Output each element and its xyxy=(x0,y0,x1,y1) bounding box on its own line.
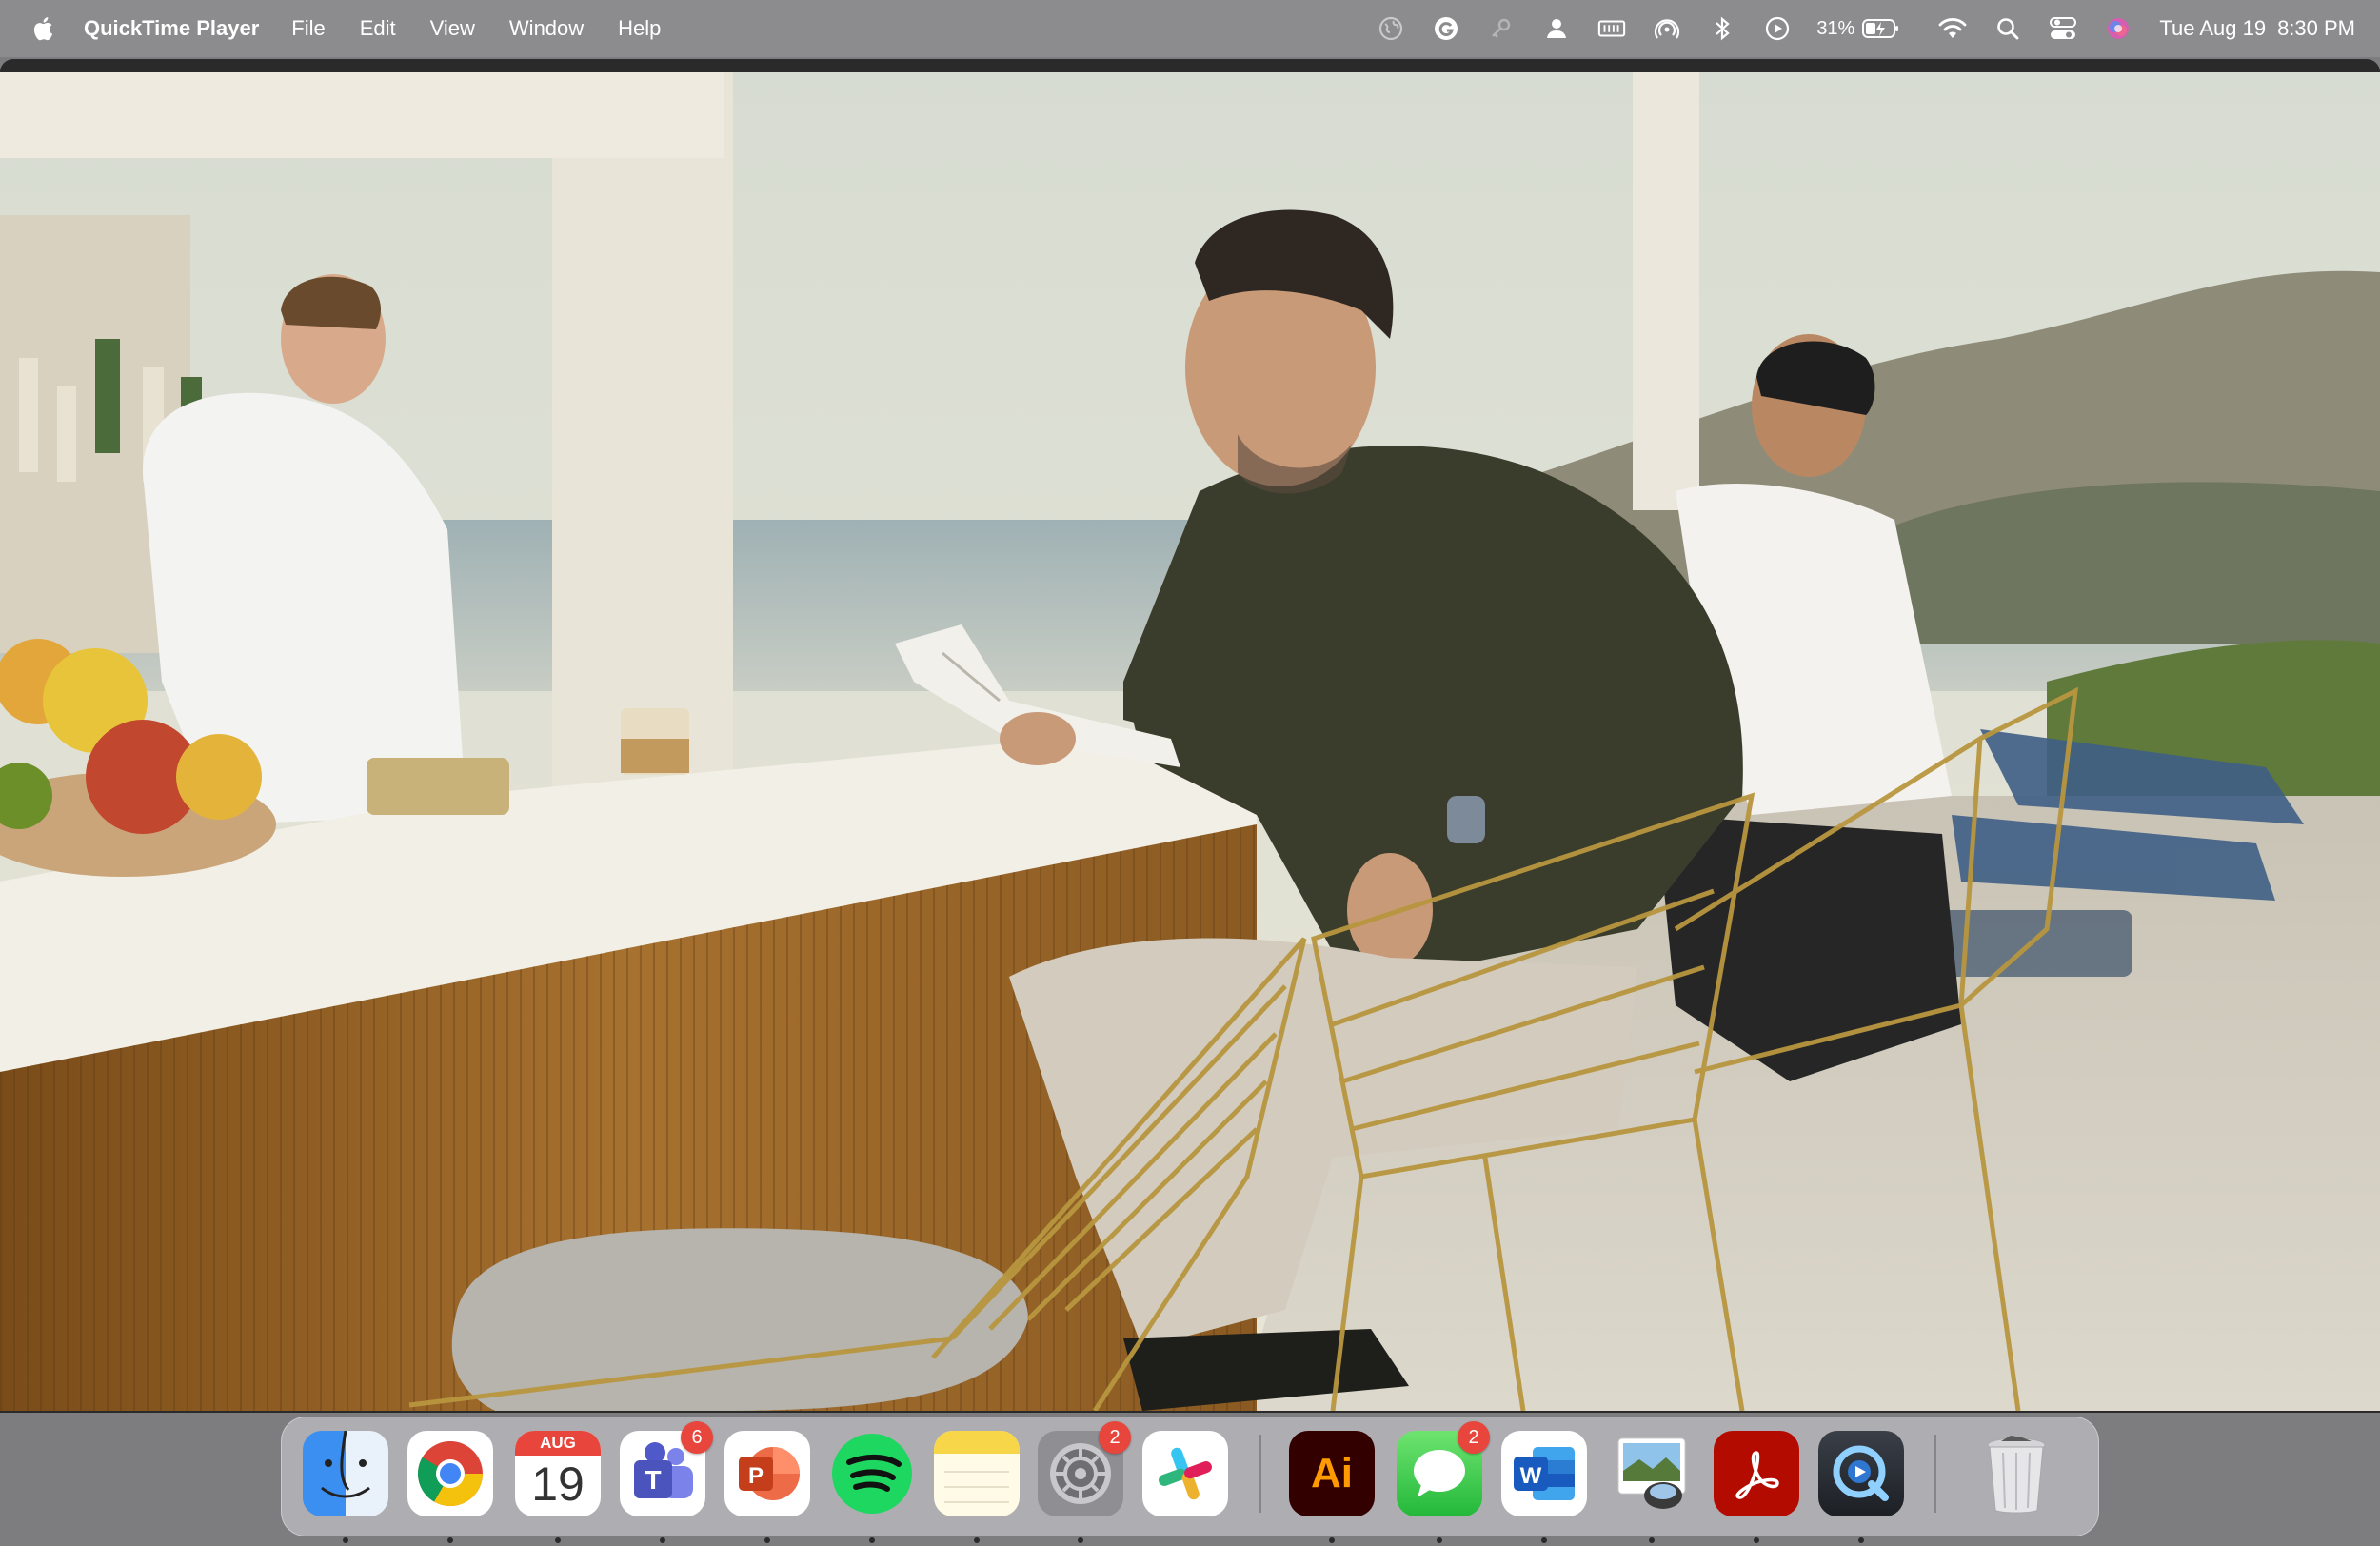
globe-icon[interactable] xyxy=(1377,14,1405,43)
running-indicator xyxy=(447,1537,453,1543)
svg-text:T: T xyxy=(645,1465,661,1495)
running-indicator xyxy=(343,1537,348,1543)
dock-calendar[interactable]: AUG 19 xyxy=(515,1431,601,1543)
running-indicator xyxy=(1649,1537,1655,1543)
dock-quicktime[interactable] xyxy=(1818,1431,1904,1543)
search-icon[interactable] xyxy=(1993,14,2022,43)
menu-edit[interactable]: Edit xyxy=(360,16,396,41)
clock-time: 8:30 PM xyxy=(2277,16,2355,40)
user-icon[interactable] xyxy=(1542,14,1571,43)
airdrop-icon[interactable] xyxy=(1653,14,1681,43)
chrome-icon xyxy=(407,1431,493,1516)
svg-text:P: P xyxy=(748,1463,764,1489)
acrobat-icon xyxy=(1714,1431,1799,1516)
calendar-month: AUG xyxy=(515,1431,601,1456)
quicktime-window[interactable] xyxy=(0,59,2380,1413)
running-indicator xyxy=(764,1537,770,1543)
grammarly-icon[interactable] xyxy=(1432,14,1460,43)
notification-badge: 6 xyxy=(681,1421,713,1454)
menu-view[interactable]: View xyxy=(430,16,475,41)
menubar-clock[interactable]: Tue Aug 19 8:30 PM xyxy=(2159,16,2355,41)
memory-icon[interactable] xyxy=(1597,14,1626,43)
running-indicator xyxy=(1754,1537,1759,1543)
spotify-icon xyxy=(829,1431,915,1516)
notification-badge: 2 xyxy=(1458,1421,1490,1454)
apple-menu-icon[interactable] xyxy=(32,15,55,42)
running-indicator xyxy=(660,1537,665,1543)
wifi-icon[interactable] xyxy=(1938,14,1967,43)
dock: AUG 19 T 6 P 2 Ai 2 W xyxy=(281,1417,2099,1543)
illustrator-label: Ai xyxy=(1311,1450,1353,1496)
running-indicator xyxy=(869,1537,875,1543)
play-circle-icon[interactable] xyxy=(1763,14,1792,43)
menu-bar: QuickTime Player File Edit View Window H… xyxy=(0,0,2380,57)
word-icon: W xyxy=(1501,1431,1587,1516)
dock-separator xyxy=(1934,1435,1936,1513)
menu-help[interactable]: Help xyxy=(618,16,661,41)
bluetooth-icon[interactable] xyxy=(1708,14,1736,43)
dock-acrobat[interactable] xyxy=(1714,1431,1799,1543)
dock-spotify[interactable] xyxy=(829,1431,915,1543)
dock-system-settings[interactable]: 2 xyxy=(1038,1421,1131,1543)
dock-teams[interactable]: T 6 xyxy=(620,1421,713,1543)
control-center-icon[interactable] xyxy=(2049,14,2077,43)
clock-date: Tue Aug 19 xyxy=(2159,16,2267,40)
battery-icon[interactable] xyxy=(1862,14,1900,43)
dock-notes[interactable] xyxy=(934,1431,1020,1543)
illustrator-icon: Ai xyxy=(1289,1431,1375,1516)
siri-icon[interactable] xyxy=(2104,14,2132,43)
notification-badge: 2 xyxy=(1099,1421,1131,1454)
dock-powerpoint[interactable]: P xyxy=(724,1431,810,1543)
dock-preview[interactable] xyxy=(1609,1431,1695,1543)
key-icon[interactable] xyxy=(1487,14,1516,43)
app-name-menu[interactable]: QuickTime Player xyxy=(84,16,259,41)
dock-trash[interactable] xyxy=(1973,1431,2059,1516)
dock-illustrator[interactable]: Ai xyxy=(1289,1431,1375,1543)
calendar-icon: AUG 19 xyxy=(515,1431,601,1516)
finder-icon xyxy=(303,1431,388,1516)
menu-file[interactable]: File xyxy=(291,16,325,41)
quicktime-icon xyxy=(1818,1431,1904,1516)
video-frame[interactable] xyxy=(0,72,2380,1411)
running-indicator xyxy=(1858,1537,1864,1543)
running-indicator xyxy=(974,1537,980,1543)
calendar-day: 19 xyxy=(531,1457,585,1511)
dock-slack[interactable] xyxy=(1142,1431,1228,1516)
battery-percent: 31% xyxy=(1816,17,1855,39)
menu-window[interactable]: Window xyxy=(509,16,584,41)
powerpoint-icon: P xyxy=(724,1431,810,1516)
preview-icon xyxy=(1609,1431,1695,1516)
dock-finder[interactable] xyxy=(303,1431,388,1543)
running-indicator xyxy=(1329,1537,1335,1543)
status-area: 31% Tue Aug 19 8:30 PM xyxy=(1350,0,2355,57)
dock-chrome[interactable] xyxy=(407,1431,493,1543)
trash-icon xyxy=(1973,1431,2059,1516)
dock-separator xyxy=(1259,1435,1261,1513)
running-indicator xyxy=(1078,1537,1083,1543)
slack-icon xyxy=(1142,1431,1228,1516)
running-indicator xyxy=(1541,1537,1547,1543)
svg-text:W: W xyxy=(1520,1463,1542,1489)
notes-icon xyxy=(934,1431,1020,1516)
running-indicator xyxy=(555,1537,561,1543)
dock-messages[interactable]: 2 xyxy=(1397,1421,1490,1543)
dock-word[interactable]: W xyxy=(1501,1431,1587,1543)
running-indicator xyxy=(1437,1537,1442,1543)
